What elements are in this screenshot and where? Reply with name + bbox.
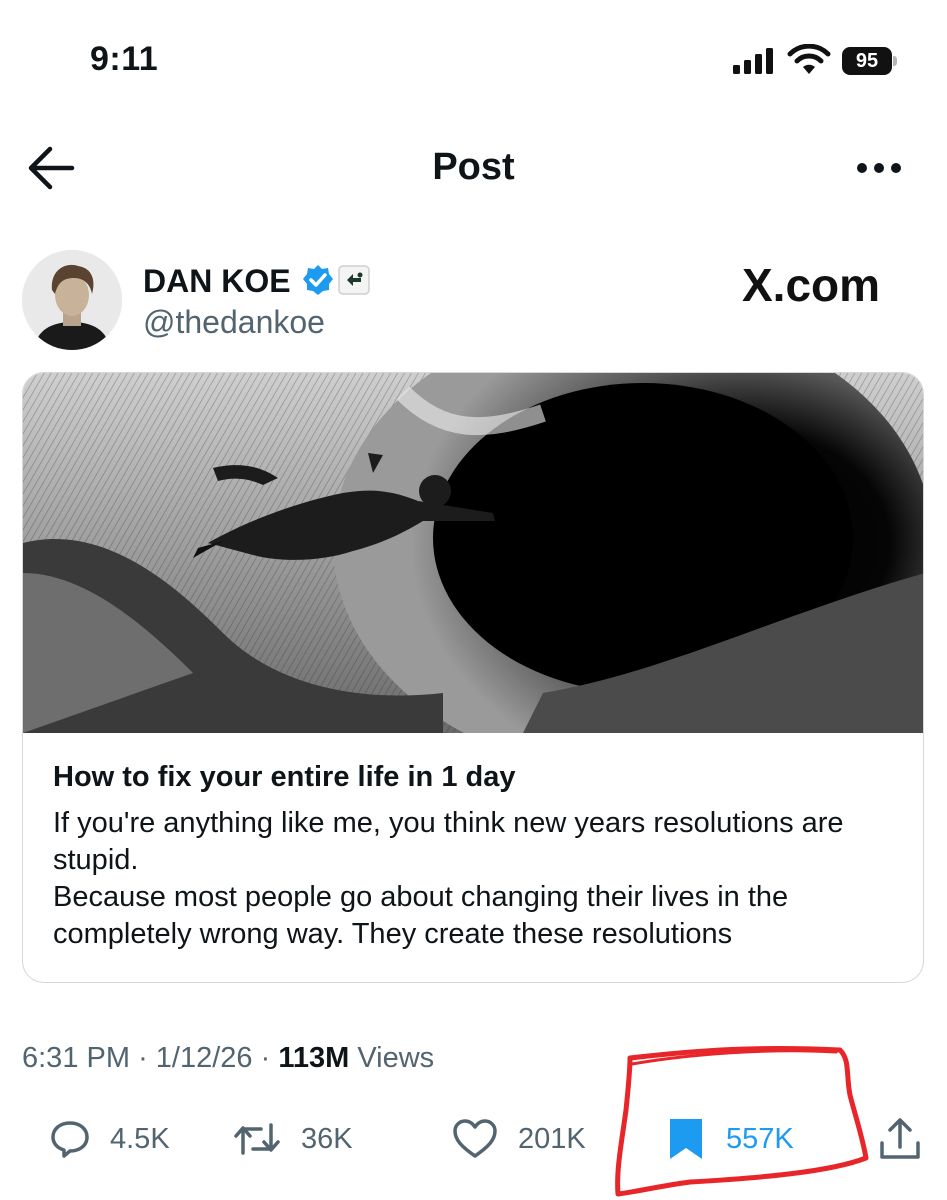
bookmark-icon xyxy=(670,1119,702,1159)
meta-separator: · xyxy=(138,1042,156,1074)
reply-button[interactable]: 4.5K xyxy=(50,1117,170,1161)
verified-badge-icon xyxy=(303,265,333,295)
post-time: 6:31 PM xyxy=(22,1042,130,1074)
author-handle[interactable]: @thedankoe xyxy=(143,304,325,341)
reply-count: 4.5K xyxy=(110,1122,170,1155)
post-date: 1/12/26 xyxy=(155,1042,253,1074)
share-button[interactable] xyxy=(878,1117,922,1161)
cellular-signal-icon xyxy=(733,48,773,74)
battery-level: 95 xyxy=(842,47,892,75)
bookmark-button[interactable]: 557K xyxy=(666,1117,794,1161)
views-count[interactable]: 113M xyxy=(278,1042,349,1074)
more-options-icon[interactable] xyxy=(854,158,904,178)
repost-count: 36K xyxy=(301,1122,353,1155)
article-card[interactable]: How to fix your entire life in 1 day If … xyxy=(22,372,924,983)
reply-icon xyxy=(51,1121,89,1158)
repost-button[interactable]: 36K xyxy=(233,1117,353,1161)
article-title[interactable]: How to fix your entire life in 1 day xyxy=(53,761,515,794)
brand-watermark: X.com xyxy=(742,259,881,311)
views-label: Views xyxy=(357,1042,435,1074)
bookmark-count: 557K xyxy=(726,1122,794,1155)
like-button[interactable]: 201K xyxy=(452,1117,586,1161)
affiliate-badge-icon xyxy=(338,265,370,295)
heart-icon xyxy=(453,1119,497,1158)
repost-icon xyxy=(234,1123,280,1155)
meta-separator: · xyxy=(260,1042,279,1074)
article-cover-image xyxy=(23,373,923,733)
avatar[interactable] xyxy=(22,250,122,350)
author-name[interactable]: DAN KOE xyxy=(143,263,291,300)
post-meta: 6:31 PM · 1/12/26 · 113M Views xyxy=(22,1042,434,1075)
share-icon xyxy=(880,1118,920,1159)
like-count: 201K xyxy=(518,1122,586,1155)
status-time: 9:11 xyxy=(90,40,159,78)
article-excerpt: If you're anything like me, you think ne… xyxy=(53,807,844,950)
battery-indicator: 95 xyxy=(842,47,898,75)
wifi-icon xyxy=(787,44,831,74)
page-title: Post xyxy=(432,146,515,188)
